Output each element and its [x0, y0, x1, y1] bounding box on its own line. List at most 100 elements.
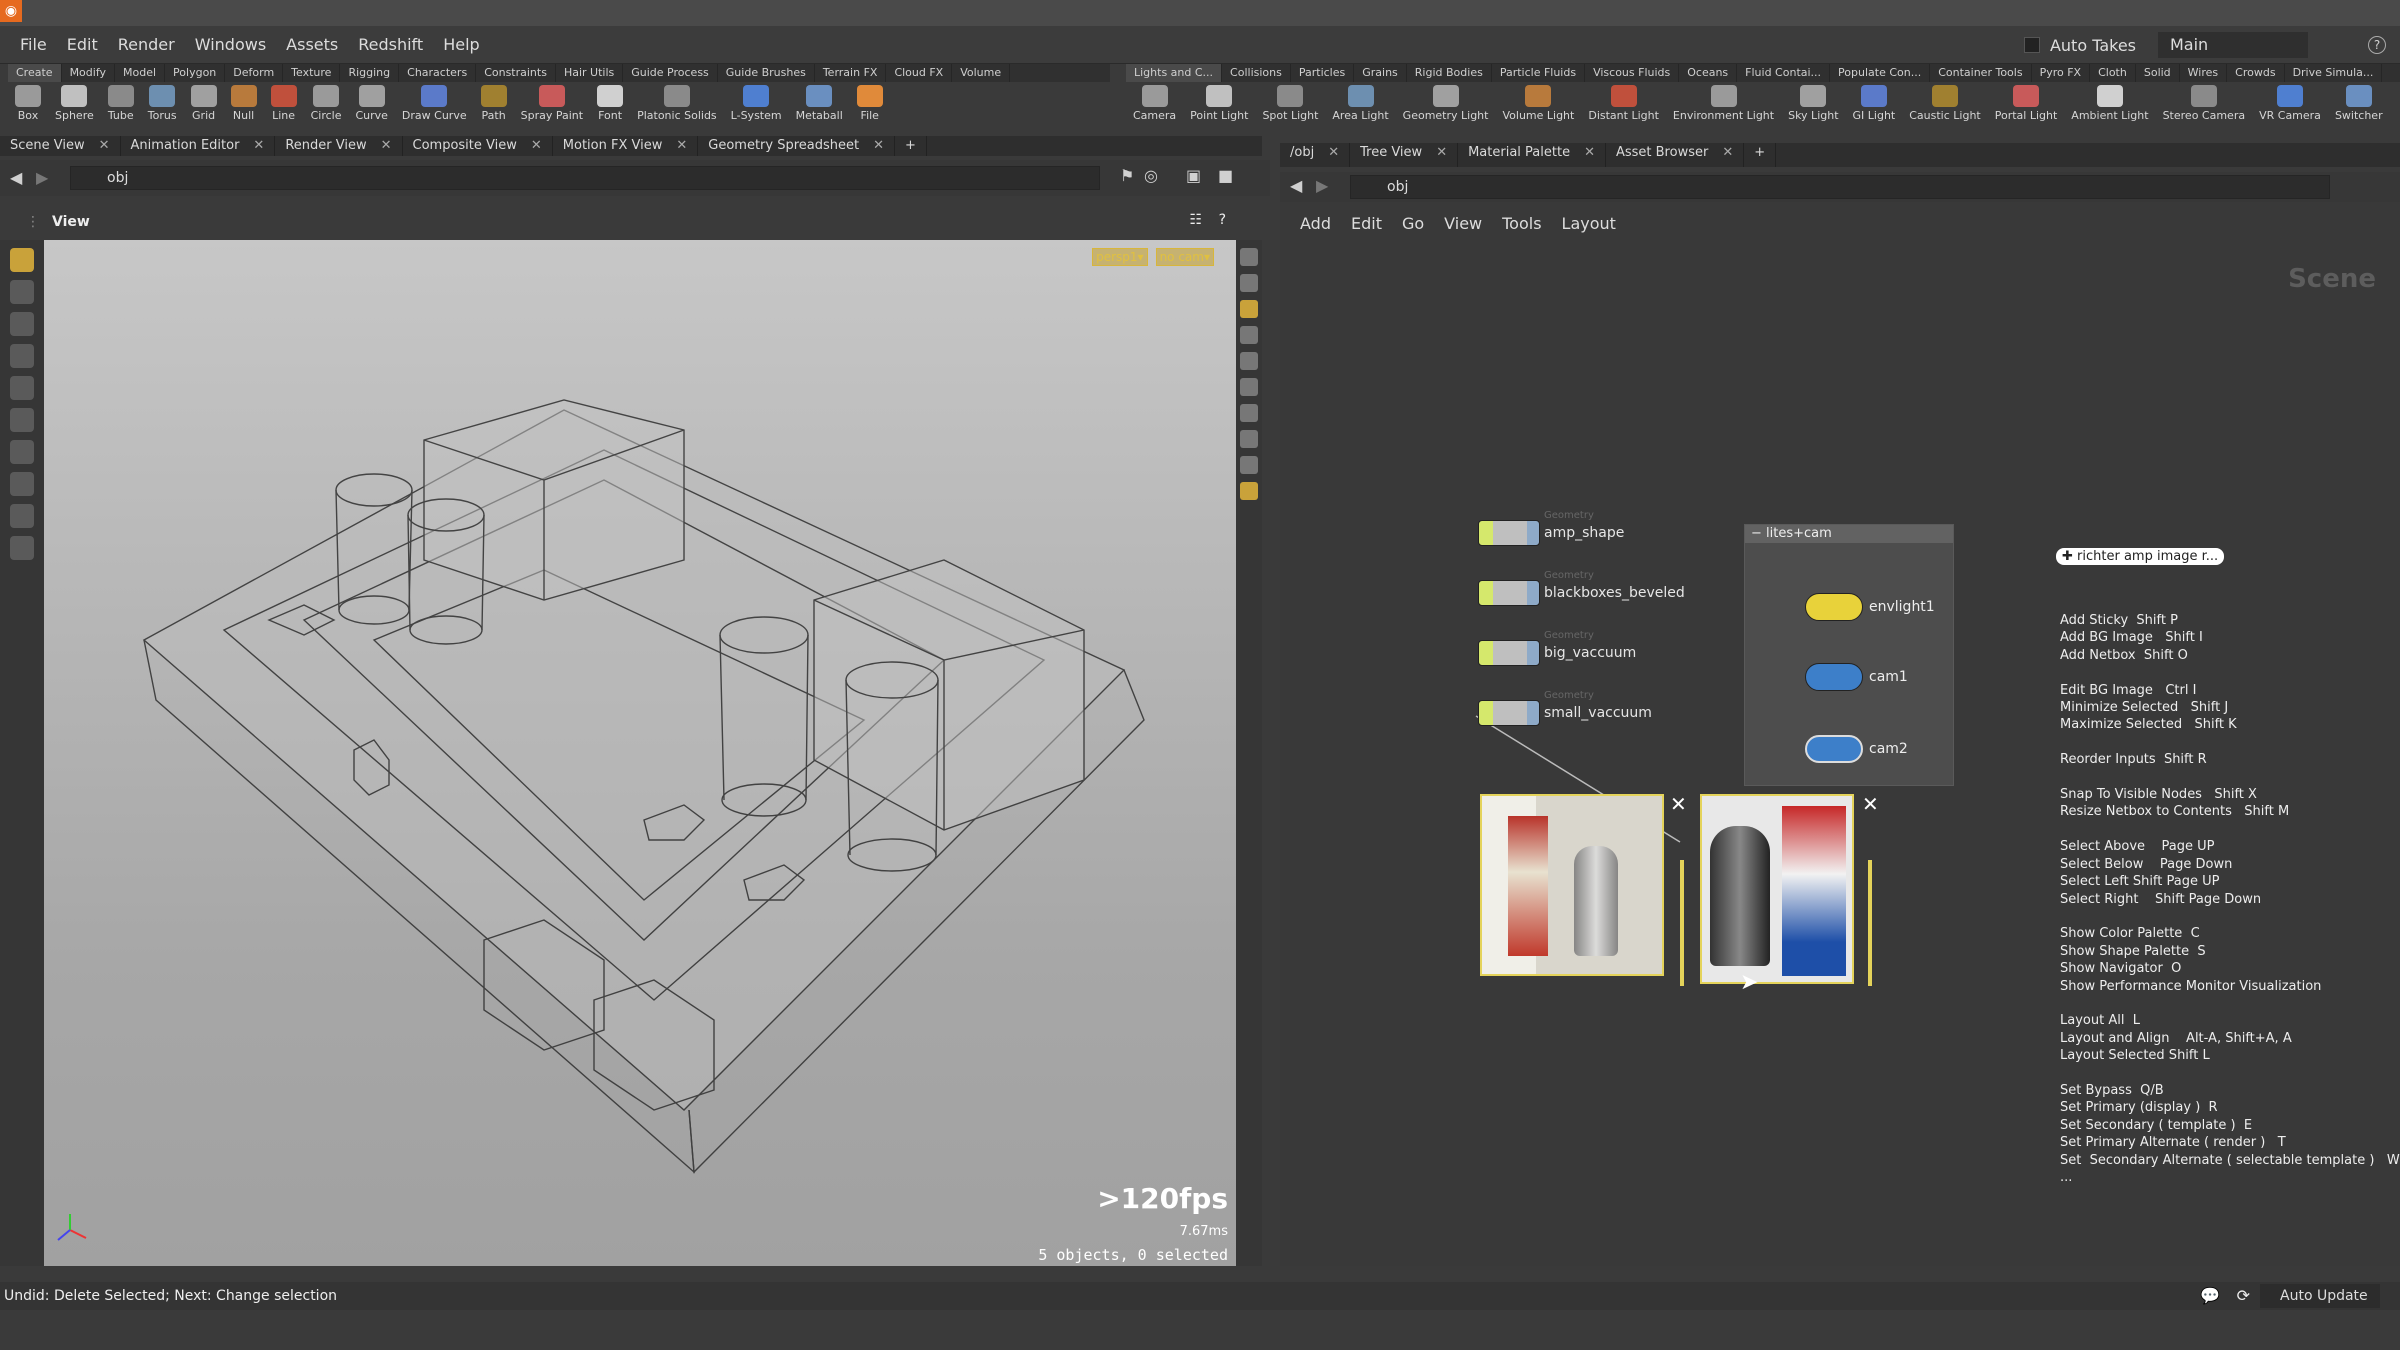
tool-circle[interactable]: Circle: [311, 85, 341, 122]
shelf-tab-grains[interactable]: Grains: [1354, 64, 1407, 82]
geometry-node-icon[interactable]: [1478, 520, 1540, 546]
back-arrow-icon[interactable]: ◀: [10, 168, 22, 187]
tool-spray-paint[interactable]: Spray Paint: [521, 85, 583, 122]
tool-portal-light[interactable]: Portal Light: [1995, 85, 2057, 122]
display-mode-icon[interactable]: [1240, 300, 1258, 318]
close-tab-icon[interactable]: ✕: [676, 138, 687, 153]
geometry-node-icon[interactable]: [1478, 580, 1540, 606]
close-tab-icon[interactable]: ✕: [1584, 145, 1595, 160]
shelf-tab-fluid-contai[interactable]: Fluid Contai...: [1737, 64, 1831, 82]
node-cam1[interactable]: cam1: [1805, 663, 1908, 691]
shelf-tab-model[interactable]: Model: [115, 64, 166, 82]
tool-line[interactable]: Line: [270, 85, 297, 122]
close-image-icon[interactable]: ✕: [1670, 792, 1687, 816]
select-tool-icon[interactable]: [10, 248, 34, 272]
shelf-tab-terrain-fx[interactable]: Terrain FX: [815, 64, 887, 82]
close-tab-icon[interactable]: ✕: [1436, 145, 1447, 160]
pane-tab-geometry-spreadsheet[interactable]: Geometry Spreadsheet ✕: [698, 136, 896, 156]
shelf-tab-guide-brushes[interactable]: Guide Brushes: [718, 64, 815, 82]
tool-camera[interactable]: Camera: [1133, 85, 1176, 122]
pane-tab-animation-editor[interactable]: Animation Editor ✕: [121, 136, 276, 156]
node-amp-shape[interactable]: Geometry amp_shape: [1478, 510, 1624, 546]
close-image-icon[interactable]: ✕: [1862, 792, 1879, 816]
shelf-tab-particle-fluids[interactable]: Particle Fluids: [1492, 64, 1586, 82]
shelf-tab-oceans[interactable]: Oceans: [1679, 64, 1738, 82]
node-big-vaccuum[interactable]: Geometry big_vaccuum: [1478, 630, 1636, 666]
tool-stereo-camera[interactable]: Stereo Camera: [2163, 85, 2245, 122]
pane-tab-tree-view[interactable]: Tree View ✕: [1350, 143, 1459, 167]
shelf-tab-hair-utils[interactable]: Hair Utils: [556, 64, 624, 82]
background-image-sovtek[interactable]: [1700, 794, 1854, 984]
layout-icon[interactable]: ▣: [1186, 166, 1201, 185]
persp-camera-menu[interactable]: persp1▾: [1092, 248, 1148, 266]
tool-tube[interactable]: Tube: [107, 85, 134, 122]
pane-tab-material-palette[interactable]: Material Palette ✕: [1458, 143, 1606, 167]
node-small-vaccuum[interactable]: Geometry small_vaccuum: [1478, 690, 1652, 726]
close-tab-icon[interactable]: ✕: [873, 138, 884, 153]
shelf-tab-deform[interactable]: Deform: [225, 64, 284, 82]
shelf-tab-volume[interactable]: Volume: [952, 64, 1011, 82]
shelf-tab-container-tools[interactable]: Container Tools: [1930, 64, 2032, 82]
shelf-tab-pyro-fx[interactable]: Pyro FX: [2032, 64, 2091, 82]
close-tab-icon[interactable]: ✕: [381, 138, 392, 153]
camera-lock-icon[interactable]: [1240, 274, 1258, 292]
shelf-tab-guide-process[interactable]: Guide Process: [623, 64, 718, 82]
shelf-tab-viscous-fluids[interactable]: Viscous Fluids: [1585, 64, 1680, 82]
tool-null[interactable]: Null: [230, 85, 257, 122]
tool-metaball[interactable]: Metaball: [796, 85, 843, 122]
shelf-tab-lights-and-c[interactable]: Lights and C...: [1126, 64, 1223, 82]
sticky-note[interactable]: ✚ richter amp image r...: [2056, 548, 2225, 565]
image-resize-handle[interactable]: [1680, 860, 1684, 986]
help-icon[interactable]: ?: [2368, 36, 2386, 54]
menu-file[interactable]: File: [20, 35, 47, 54]
close-tab-icon[interactable]: ✕: [253, 138, 264, 153]
shelf-tab-characters[interactable]: Characters: [399, 64, 477, 82]
menu-edit[interactable]: Edit: [67, 35, 98, 54]
shelf-tab-collisions[interactable]: Collisions: [1222, 64, 1291, 82]
light-icon[interactable]: [1240, 352, 1258, 370]
move-tool-icon[interactable]: [10, 280, 34, 304]
shelf-tab-modify[interactable]: Modify: [62, 64, 116, 82]
menu-help[interactable]: Help: [443, 35, 479, 54]
node-envlight1[interactable]: envlight1: [1805, 593, 1935, 621]
tool-gi-light[interactable]: GI Light: [1853, 85, 1895, 122]
pane-tab-scene-view[interactable]: Scene View ✕: [0, 136, 121, 156]
close-tab-icon[interactable]: ✕: [531, 138, 542, 153]
tool-vr-camera[interactable]: VR Camera: [2259, 85, 2321, 122]
netbox-title[interactable]: − lites+cam: [1745, 525, 1953, 543]
close-tab-icon[interactable]: ✕: [1328, 145, 1339, 160]
close-tab-icon[interactable]: ✕: [1722, 145, 1733, 160]
link-icon[interactable]: ◎: [1144, 166, 1158, 185]
tool-sphere[interactable]: Sphere: [55, 85, 94, 122]
shelf-tab-rigging[interactable]: Rigging: [340, 64, 400, 82]
tool-volume-light[interactable]: Volume Light: [1502, 85, 1574, 122]
view-toggle-icon[interactable]: [1240, 248, 1258, 266]
snap-tool-icon[interactable]: [10, 472, 34, 496]
points-icon[interactable]: [1240, 378, 1258, 396]
pane-tab-obj[interactable]: /obj ✕: [1280, 143, 1351, 167]
node-blackboxes-beveled[interactable]: Geometry blackboxes_beveled: [1478, 570, 1685, 606]
geometry-node-icon[interactable]: [1478, 700, 1540, 726]
tool-font[interactable]: Font: [597, 85, 624, 122]
tool-ambient-light[interactable]: Ambient Light: [2071, 85, 2149, 122]
snapshot-icon[interactable]: [1240, 482, 1258, 500]
pane-tab-motion-fx-view[interactable]: Motion FX View ✕: [553, 136, 699, 156]
menu-assets[interactable]: Assets: [286, 35, 338, 54]
scale-tool-icon[interactable]: [10, 344, 34, 368]
env-light-node-icon[interactable]: [1805, 593, 1863, 621]
maximize-icon[interactable]: ■: [1218, 166, 1233, 185]
ghost-icon[interactable]: [1240, 430, 1258, 448]
tool-path[interactable]: Path: [480, 85, 507, 122]
rotate-tool-icon[interactable]: [10, 312, 34, 336]
tool-distant-light[interactable]: Distant Light: [1588, 85, 1659, 122]
menu-windows[interactable]: Windows: [195, 35, 266, 54]
image-resize-handle[interactable]: [1868, 860, 1872, 986]
tool-switcher[interactable]: Switcher: [2335, 85, 2383, 122]
display-options-icon[interactable]: ☷: [1189, 212, 1202, 228]
shelf-tab-wires[interactable]: Wires: [2180, 64, 2228, 82]
magnet-tool-icon[interactable]: [10, 504, 34, 528]
shelf-tab-texture[interactable]: Texture: [283, 64, 341, 82]
normals-icon[interactable]: [1240, 404, 1258, 422]
tool-geometry-light[interactable]: Geometry Light: [1403, 85, 1488, 122]
tool-box[interactable]: Box: [15, 85, 41, 122]
